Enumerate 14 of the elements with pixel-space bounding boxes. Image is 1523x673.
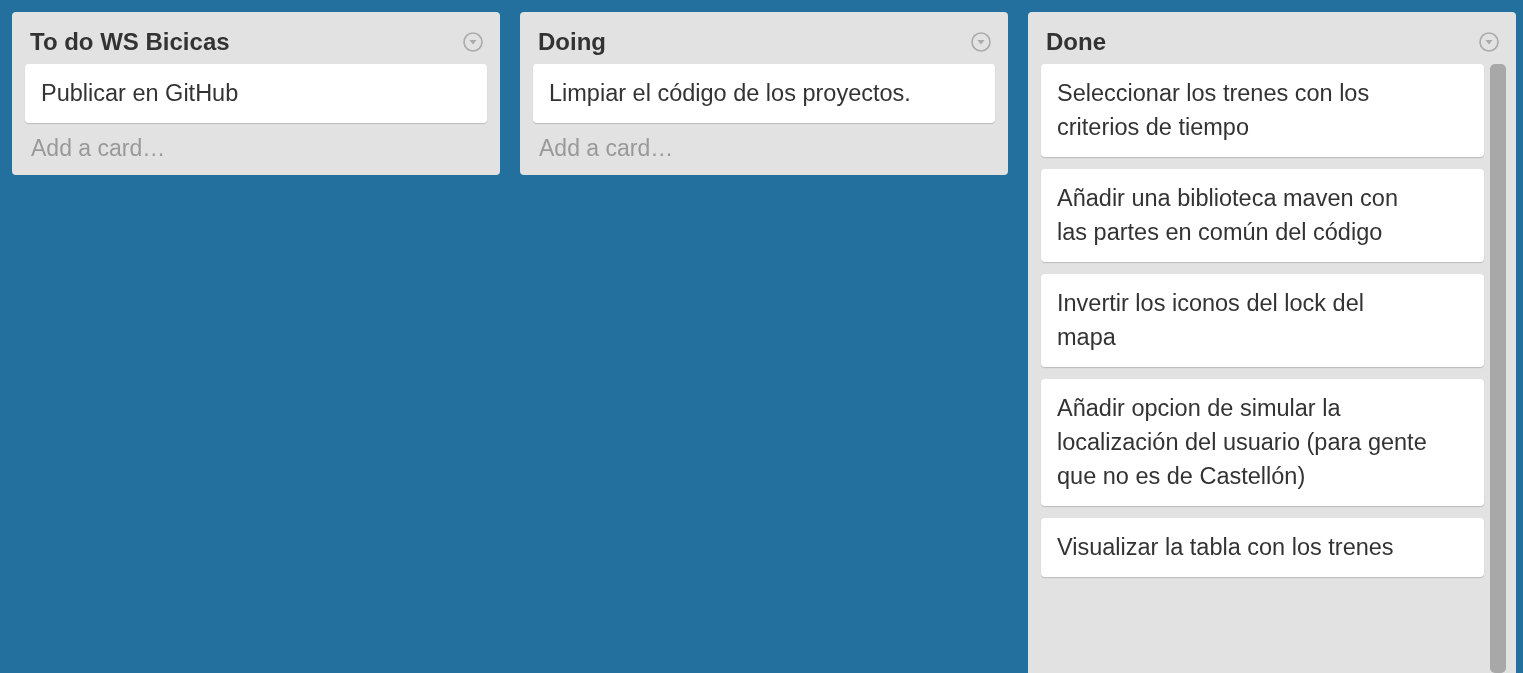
card[interactable]: Añadir opcion de simular la localización del usuario (para gente que no es de Castellón) <box>1041 379 1484 506</box>
card[interactable]: Visualizar la tabla con los trenes <box>1041 518 1484 577</box>
menu-icon[interactable] <box>1478 31 1500 53</box>
list-title: Done <box>1046 27 1106 57</box>
card[interactable]: Añadir una biblioteca maven con las partes en común del código <box>1041 169 1484 262</box>
scrollbar[interactable] <box>1490 64 1506 673</box>
card[interactable]: Limpiar el código de los proyectos. <box>533 64 995 123</box>
card[interactable]: Invertir los iconos del lock del mapa <box>1041 274 1484 367</box>
list-title: To do WS Bicicas <box>30 27 230 57</box>
card[interactable]: Seleccionar los trenes con los criterios de tiempo <box>1041 64 1484 157</box>
menu-icon[interactable] <box>970 31 992 53</box>
list-title: Doing <box>538 27 606 57</box>
menu-icon[interactable] <box>462 31 484 53</box>
card[interactable]: Publicar en GitHub <box>25 64 487 123</box>
